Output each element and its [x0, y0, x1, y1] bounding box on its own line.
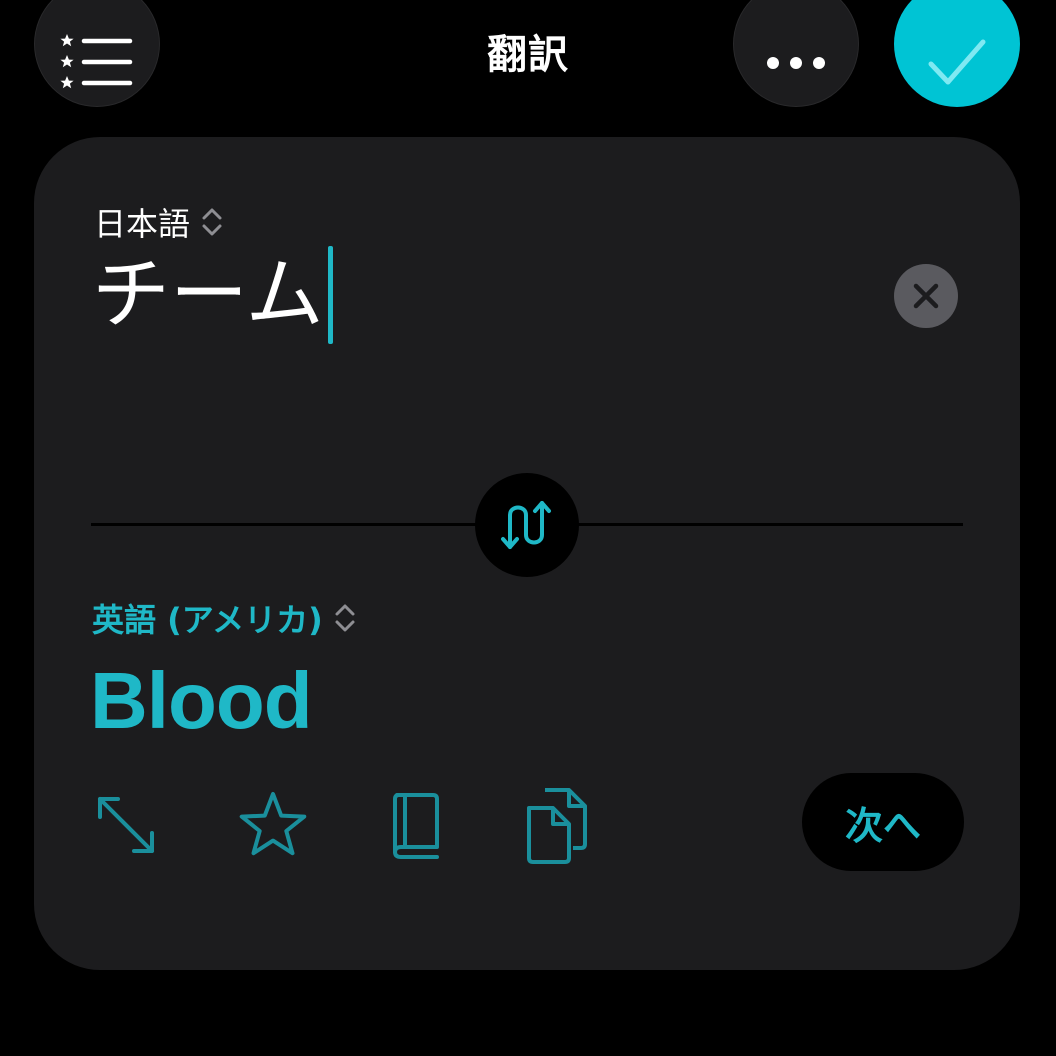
chevron-up-down-icon	[202, 208, 222, 236]
chevron-up-down-icon	[335, 604, 355, 632]
target-language-selector[interactable]: 英語 (アメリカ)	[92, 595, 357, 641]
swap-languages-button[interactable]	[475, 473, 579, 577]
star-icon	[239, 792, 307, 856]
favorite-button[interactable]	[233, 785, 313, 865]
expand-button[interactable]	[86, 785, 166, 865]
checkmark-icon	[928, 39, 986, 85]
xmark-icon	[913, 283, 939, 309]
source-text-input[interactable]: チーム	[92, 245, 333, 345]
copy-button[interactable]	[516, 785, 596, 865]
book-icon	[393, 793, 439, 859]
swap-arrows-icon	[501, 501, 551, 549]
dictionary-button[interactable]	[376, 785, 456, 865]
translation-card: 日本語 チーム 英語 (アメリカ) Blood 次へ	[34, 137, 1020, 970]
copy-icon	[527, 788, 587, 864]
source-text: チーム	[92, 250, 324, 340]
target-language-label: 英語 (アメリカ)	[92, 601, 323, 639]
clear-text-button[interactable]	[894, 264, 958, 328]
expand-arrows-icon	[98, 797, 154, 853]
next-button[interactable]: 次へ	[802, 773, 964, 871]
source-language-label: 日本語	[94, 205, 191, 243]
text-cursor	[327, 246, 333, 344]
done-button[interactable]	[894, 0, 1020, 107]
source-language-selector[interactable]: 日本語	[94, 199, 224, 245]
translated-text[interactable]: Blood	[90, 655, 313, 747]
ellipsis-icon	[767, 57, 825, 69]
more-options-button[interactable]	[733, 0, 859, 107]
